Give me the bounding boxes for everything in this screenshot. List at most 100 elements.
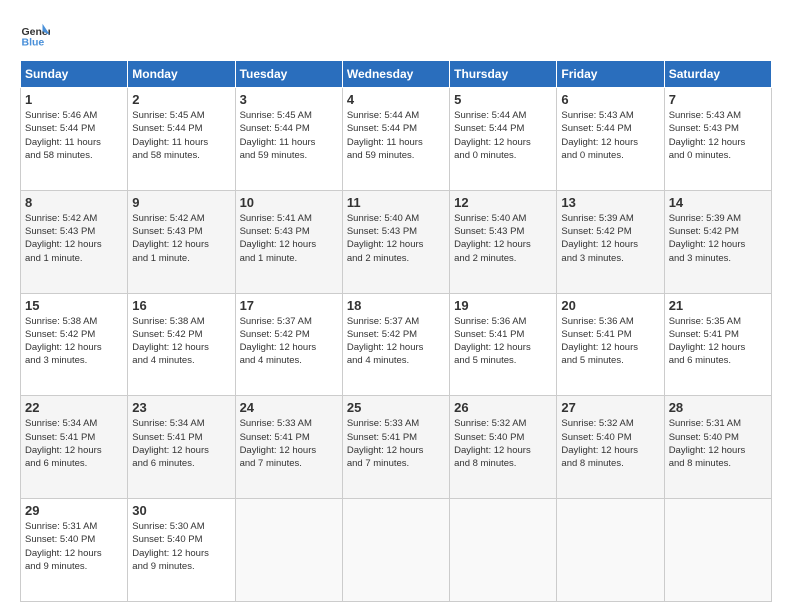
- logo-icon: General Blue: [20, 20, 50, 50]
- calendar-cell: 28 Sunrise: 5:31 AM Sunset: 5:40 PM Dayli…: [664, 396, 771, 499]
- day-number: 4: [347, 92, 445, 107]
- day-info: Sunrise: 5:34 AM Sunset: 5:41 PM Dayligh…: [25, 417, 123, 470]
- calendar-cell: 8Sunrise: 5:42 AM Sunset: 5:43 PM Daylig…: [21, 190, 128, 293]
- calendar-cell: 24Sunrise: 5:33 AM Sunset: 5:41 PM Dayli…: [235, 396, 342, 499]
- day-info: Sunrise: 5:39 AM Sunset: 5:42 PM Dayligh…: [669, 212, 767, 265]
- day-info: Sunrise: 5:36 AM Sunset: 5:41 PM Dayligh…: [561, 315, 659, 368]
- day-number: 9: [132, 195, 230, 210]
- day-number: 6: [561, 92, 659, 107]
- day-number: 13: [561, 195, 659, 210]
- header: General Blue: [20, 20, 772, 50]
- day-number: 23: [132, 400, 230, 415]
- day-number: 16: [132, 298, 230, 313]
- calendar-cell: 1 Sunrise: 5:46 AM Sunset: 5:44 PM Daylig…: [21, 88, 128, 191]
- weekday-header: Sunday: [21, 61, 128, 88]
- day-number: 1: [25, 92, 123, 107]
- calendar-cell: [664, 499, 771, 602]
- calendar-week-row: 8 Sunrise: 5:42 AM Sunset: 5:43 PM Daylig…: [21, 190, 772, 293]
- day-info: Sunrise: 5:38 AM Sunset: 5:42 PM Dayligh…: [132, 315, 230, 368]
- calendar-week-row: 29 Sunrise: 5:31 AM Sunset: 5:40 PM Dayli…: [21, 499, 772, 602]
- day-number: 25: [347, 400, 445, 415]
- calendar-cell: 11Sunrise: 5:40 AM Sunset: 5:43 PM Dayli…: [342, 190, 449, 293]
- calendar-cell: 22 Sunrise: 5:34 AM Sunset: 5:41 PM Dayli…: [21, 396, 128, 499]
- calendar-cell: [342, 499, 449, 602]
- calendar-cell: 5 Sunrise: 5:44 AM Sunset: 5:44 PM Daylig…: [450, 88, 557, 191]
- calendar-cell: [235, 499, 342, 602]
- calendar-cell: [450, 499, 557, 602]
- day-number: 7: [669, 92, 767, 107]
- calendar-cell: 6 Sunrise: 5:43 AM Sunset: 5:44 PM Daylig…: [557, 88, 664, 191]
- day-info: Sunrise: 5:30 AM Sunset: 5:40 PM Dayligh…: [132, 520, 230, 573]
- calendar-cell: 15 Sunrise: 5:38 AM Sunset: 5:42 PM Dayli…: [21, 293, 128, 396]
- day-info: Sunrise: 5:32 AM Sunset: 5:40 PM Dayligh…: [454, 417, 552, 470]
- calendar-cell: 17Sunrise: 5:37 AM Sunset: 5:42 PM Dayli…: [235, 293, 342, 396]
- day-info: Sunrise: 5:40 AM Sunset: 5:43 PM Dayligh…: [347, 212, 445, 265]
- day-info: Sunrise: 5:38 AM Sunset: 5:42 PM Dayligh…: [25, 315, 123, 368]
- day-number: 2: [132, 92, 230, 107]
- day-number: 28: [669, 400, 767, 415]
- day-number: 24: [240, 400, 338, 415]
- day-info: Sunrise: 5:42 AM Sunset: 5:43 PM Dayligh…: [132, 212, 230, 265]
- day-info: Sunrise: 5:41 AM Sunset: 5:43 PM Dayligh…: [240, 212, 338, 265]
- day-info: Sunrise: 5:39 AM Sunset: 5:42 PM Dayligh…: [561, 212, 659, 265]
- calendar-cell: 4 Sunrise: 5:44 AM Sunset: 5:44 PM Daylig…: [342, 88, 449, 191]
- day-number: 30: [132, 503, 230, 518]
- calendar-page: General Blue SundayMondayTuesdayWednesda…: [0, 0, 792, 612]
- day-info: Sunrise: 5:36 AM Sunset: 5:41 PM Dayligh…: [454, 315, 552, 368]
- weekday-header: Saturday: [664, 61, 771, 88]
- svg-text:Blue: Blue: [22, 37, 45, 49]
- day-info: Sunrise: 5:37 AM Sunset: 5:42 PM Dayligh…: [347, 315, 445, 368]
- day-info: Sunrise: 5:46 AM Sunset: 5:44 PM Dayligh…: [25, 109, 123, 162]
- day-info: Sunrise: 5:37 AM Sunset: 5:42 PM Dayligh…: [240, 315, 338, 368]
- day-info: Sunrise: 5:44 AM Sunset: 5:44 PM Dayligh…: [454, 109, 552, 162]
- day-number: 27: [561, 400, 659, 415]
- calendar-cell: 16 Sunrise: 5:38 AM Sunset: 5:42 PM Dayli…: [128, 293, 235, 396]
- day-info: Sunrise: 5:31 AM Sunset: 5:40 PM Dayligh…: [25, 520, 123, 573]
- day-number: 14: [669, 195, 767, 210]
- calendar-cell: 9 Sunrise: 5:42 AM Sunset: 5:43 PM Daylig…: [128, 190, 235, 293]
- calendar-cell: 13 Sunrise: 5:39 AM Sunset: 5:42 PM Dayli…: [557, 190, 664, 293]
- day-number: 5: [454, 92, 552, 107]
- calendar-cell: 25Sunrise: 5:33 AM Sunset: 5:41 PM Dayli…: [342, 396, 449, 499]
- calendar-cell: 26 Sunrise: 5:32 AM Sunset: 5:40 PM Dayli…: [450, 396, 557, 499]
- day-info: Sunrise: 5:43 AM Sunset: 5:44 PM Dayligh…: [561, 109, 659, 162]
- weekday-header: Friday: [557, 61, 664, 88]
- logo: General Blue: [20, 20, 50, 50]
- day-number: 8: [25, 195, 123, 210]
- weekday-header: Tuesday: [235, 61, 342, 88]
- day-info: Sunrise: 5:31 AM Sunset: 5:40 PM Dayligh…: [669, 417, 767, 470]
- calendar-cell: 30 Sunrise: 5:30 AM Sunset: 5:40 PM Dayli…: [128, 499, 235, 602]
- day-info: Sunrise: 5:32 AM Sunset: 5:40 PM Dayligh…: [561, 417, 659, 470]
- day-number: 20: [561, 298, 659, 313]
- day-number: 26: [454, 400, 552, 415]
- calendar-cell: 20 Sunrise: 5:36 AM Sunset: 5:41 PM Dayli…: [557, 293, 664, 396]
- weekday-header: Wednesday: [342, 61, 449, 88]
- day-number: 22: [25, 400, 123, 415]
- day-info: Sunrise: 5:44 AM Sunset: 5:44 PM Dayligh…: [347, 109, 445, 162]
- day-number: 10: [240, 195, 338, 210]
- calendar-cell: 14 Sunrise: 5:39 AM Sunset: 5:42 PM Dayli…: [664, 190, 771, 293]
- day-number: 15: [25, 298, 123, 313]
- calendar-cell: 21Sunrise: 5:35 AM Sunset: 5:41 PM Dayli…: [664, 293, 771, 396]
- day-info: Sunrise: 5:40 AM Sunset: 5:43 PM Dayligh…: [454, 212, 552, 265]
- day-number: 21: [669, 298, 767, 313]
- calendar-cell: 3 Sunrise: 5:45 AM Sunset: 5:44 PM Daylig…: [235, 88, 342, 191]
- calendar-table: SundayMondayTuesdayWednesdayThursdayFrid…: [20, 60, 772, 602]
- day-number: 29: [25, 503, 123, 518]
- calendar-cell: 19 Sunrise: 5:36 AM Sunset: 5:41 PM Dayli…: [450, 293, 557, 396]
- day-number: 12: [454, 195, 552, 210]
- weekday-header: Monday: [128, 61, 235, 88]
- day-info: Sunrise: 5:45 AM Sunset: 5:44 PM Dayligh…: [240, 109, 338, 162]
- day-number: 3: [240, 92, 338, 107]
- calendar-week-row: 22 Sunrise: 5:34 AM Sunset: 5:41 PM Dayli…: [21, 396, 772, 499]
- calendar-cell: [557, 499, 664, 602]
- calendar-week-row: 15 Sunrise: 5:38 AM Sunset: 5:42 PM Dayli…: [21, 293, 772, 396]
- calendar-cell: 10 Sunrise: 5:41 AM Sunset: 5:43 PM Dayli…: [235, 190, 342, 293]
- day-info: Sunrise: 5:45 AM Sunset: 5:44 PM Dayligh…: [132, 109, 230, 162]
- calendar-cell: 12 Sunrise: 5:40 AM Sunset: 5:43 PM Dayli…: [450, 190, 557, 293]
- calendar-cell: 18Sunrise: 5:37 AM Sunset: 5:42 PM Dayli…: [342, 293, 449, 396]
- calendar-body: 1 Sunrise: 5:46 AM Sunset: 5:44 PM Daylig…: [21, 88, 772, 602]
- day-info: Sunrise: 5:34 AM Sunset: 5:41 PM Dayligh…: [132, 417, 230, 470]
- day-number: 19: [454, 298, 552, 313]
- calendar-cell: 29 Sunrise: 5:31 AM Sunset: 5:40 PM Dayli…: [21, 499, 128, 602]
